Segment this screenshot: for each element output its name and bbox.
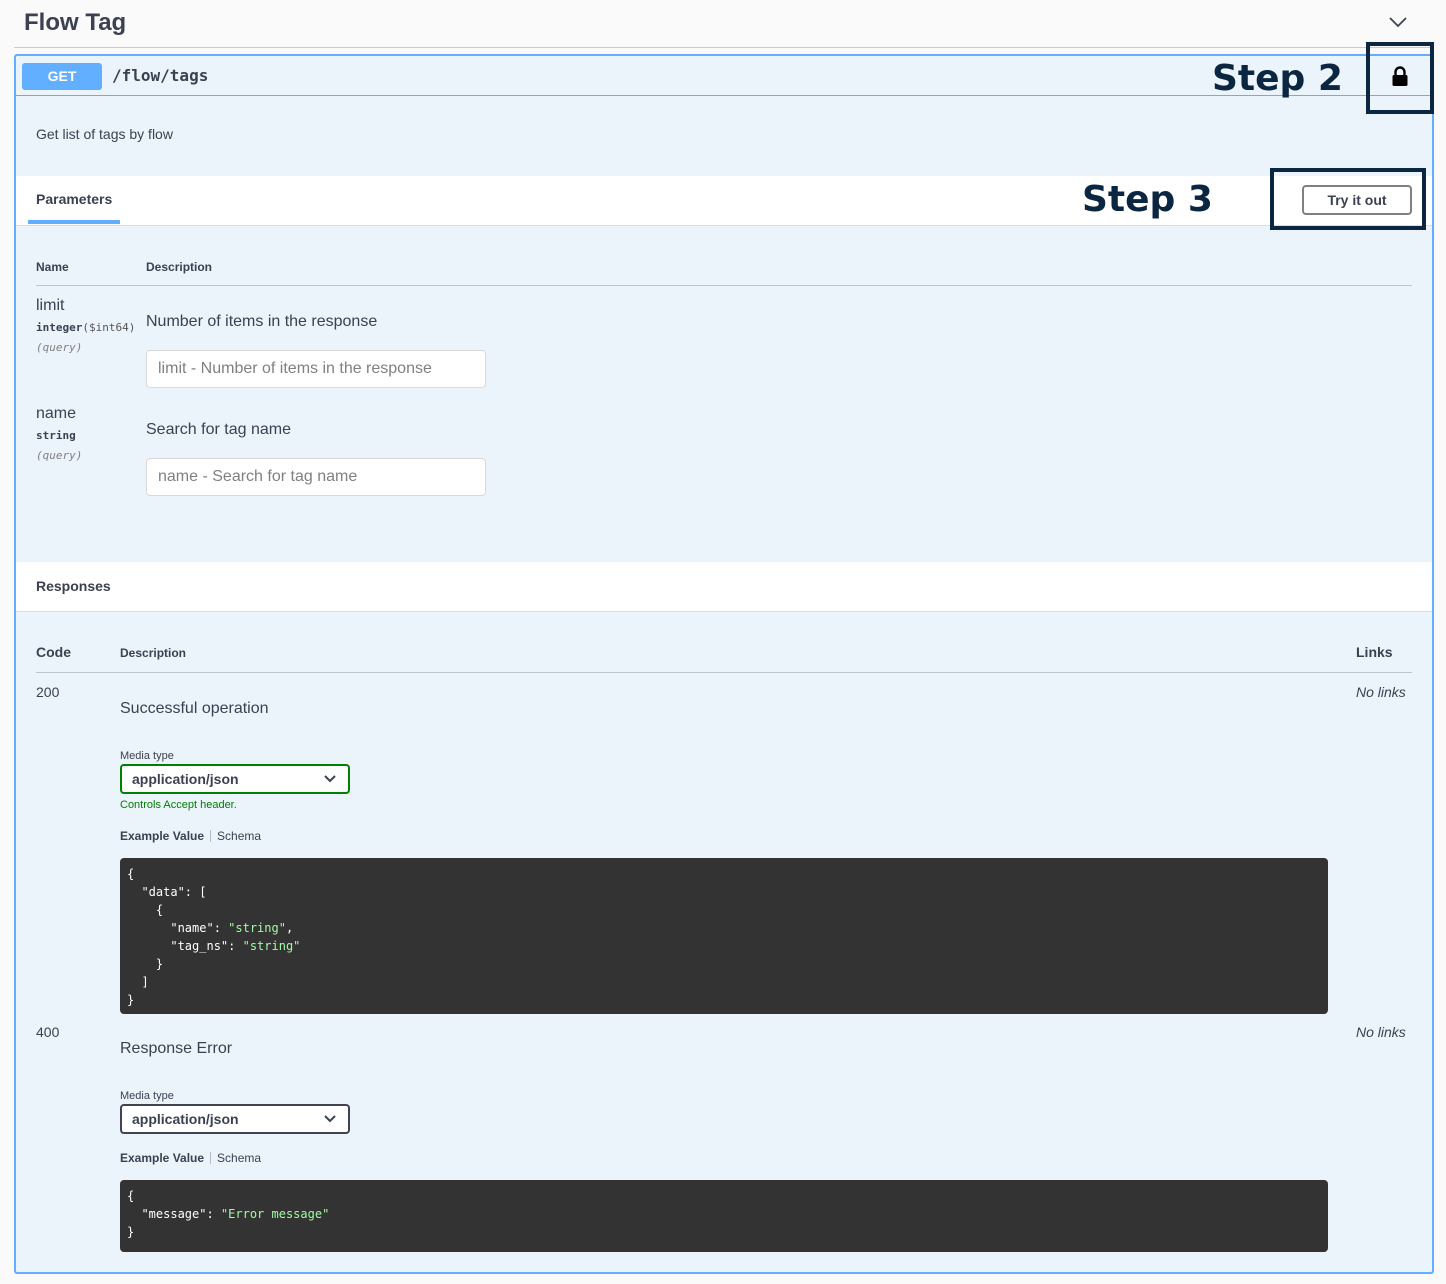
param-type: string [36, 429, 76, 442]
tag-header[interactable]: Flow Tag [14, 0, 1432, 48]
param-description: Number of items in the response [146, 313, 378, 330]
resp-col-description: Description [120, 646, 187, 660]
param-location: (query) [36, 341, 83, 354]
operation-block: GET /flow/tags Step 2 Get list of tags b… [14, 42, 1434, 1274]
response-links: No links [1356, 1024, 1406, 1040]
parameters-header: Parameters Step 3 Try it out [16, 168, 1432, 230]
param-col-name: Name [36, 260, 69, 274]
media-type-select[interactable]: application/json [120, 764, 350, 794]
param-name: limit [36, 297, 65, 314]
response-code: 200 [36, 684, 60, 700]
step2-annotation: Step 2 [1212, 58, 1343, 99]
response-links: No links [1356, 684, 1406, 700]
chevron-down-icon [324, 775, 336, 783]
param-location: (query) [36, 449, 83, 462]
resp-header-divider [36, 672, 1412, 673]
limit-input[interactable]: limit - Number of items in the response [146, 350, 486, 388]
media-type-value: application/json [132, 1111, 239, 1127]
lock-icon [1392, 66, 1408, 86]
tab-separator [210, 830, 212, 842]
operation-summary[interactable]: GET /flow/tags Step 2 [16, 42, 1434, 114]
media-type-label: Media type [120, 750, 174, 762]
media-type-select[interactable]: application/json [120, 1104, 350, 1134]
chevron-down-icon [324, 1115, 336, 1123]
responses-title: Responses [36, 578, 111, 594]
response-description: Successful operation [120, 700, 269, 717]
resp-col-code: Code [36, 644, 71, 660]
tag-title: Flow Tag [24, 9, 127, 36]
param-description: Search for tag name [146, 421, 291, 438]
operation-description: Get list of tags by flow [36, 126, 173, 142]
response-code: 400 [36, 1024, 60, 1040]
example-json-400: { "message": "Error message" } [120, 1180, 1328, 1252]
step3-annotation: Step 3 [1082, 179, 1213, 220]
tab-underline [28, 220, 120, 224]
method-badge: GET [22, 63, 102, 90]
response-description: Response Error [120, 1040, 233, 1057]
resp-col-links: Links [1356, 644, 1393, 660]
tab-separator [210, 1152, 212, 1164]
example-schema-tabs: Example Value Schema [120, 829, 261, 843]
tab-example-value[interactable]: Example Value [120, 829, 204, 843]
param-type: integer($int64) [36, 321, 136, 334]
try-it-out-highlight: Try it out [1270, 168, 1426, 230]
tab-schema[interactable]: Schema [217, 1151, 261, 1165]
controls-accept-note: Controls Accept header. [120, 799, 237, 811]
media-type-value: application/json [132, 771, 239, 787]
operation-path: /flow/tags [112, 66, 209, 85]
responses-header: Responses [16, 562, 1432, 612]
tab-example-value[interactable]: Example Value [120, 1151, 204, 1165]
param-col-description: Description [146, 260, 213, 274]
try-it-out-button[interactable]: Try it out [1302, 185, 1412, 215]
tab-schema[interactable]: Schema [217, 829, 261, 843]
name-input[interactable]: name - Search for tag name [146, 458, 486, 496]
param-name: name [36, 405, 77, 422]
authorize-lock-button[interactable] [1366, 42, 1434, 114]
chevron-down-icon[interactable] [1388, 12, 1408, 32]
tab-parameters[interactable]: Parameters [36, 191, 112, 207]
example-schema-tabs: Example Value Schema [120, 1151, 261, 1165]
media-type-label: Media type [120, 1090, 174, 1102]
param-header-divider [36, 285, 1412, 286]
example-json-200: { "data": [ { "name": "string", "tag_ns"… [120, 858, 1328, 1014]
